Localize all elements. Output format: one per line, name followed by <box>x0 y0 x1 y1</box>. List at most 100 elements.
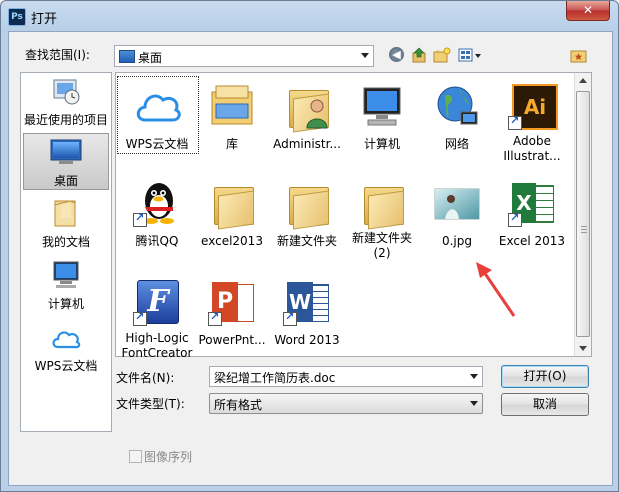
annotation-arrow-icon <box>476 262 516 317</box>
place-desktop[interactable]: 桌面 <box>23 133 109 190</box>
up-folder-icon <box>412 47 426 63</box>
file-item-tencent-qq[interactable]: 腾讯QQ <box>119 179 195 249</box>
place-computer[interactable]: 计算机 <box>23 259 109 314</box>
file-label: Administr... <box>273 137 341 151</box>
file-type-value: 所有格式 <box>214 398 263 412</box>
desktop-icon <box>119 50 135 63</box>
place-label: 计算机 <box>47 297 84 311</box>
fontcreator-icon: F <box>133 278 181 326</box>
file-label: Excel 2013 <box>498 234 566 248</box>
open-button[interactable]: 打开(O) <box>501 365 589 388</box>
cancel-button[interactable]: 取消 <box>501 393 589 416</box>
file-item-wps-cloud[interactable]: WPS云文档 <box>117 76 199 154</box>
file-type-select[interactable]: 所有格式 <box>209 393 483 414</box>
documents-folder-icon <box>54 200 76 227</box>
file-name-value: 梁纪增工作简历表.doc <box>214 371 336 385</box>
file-name-input[interactable]: 梁纪增工作简历表.doc <box>209 366 483 387</box>
file-label: Word 2013 <box>274 333 340 347</box>
file-name-label: 文件名(N): <box>116 371 175 385</box>
folder-icon <box>358 179 406 230</box>
adobe-illustrator-icon: Ai <box>508 82 558 130</box>
title-bar[interactable]: Ps 打开 ✕ <box>1 1 618 29</box>
image-sequence-checkbox[interactable] <box>129 450 142 463</box>
file-label: 0.jpg <box>441 234 473 248</box>
view-menu-button[interactable] <box>458 47 484 64</box>
file-item-network[interactable]: 网络 <box>419 82 495 152</box>
file-label: Adobe Illustrat... <box>503 134 561 163</box>
computer-icon <box>358 82 406 130</box>
place-label: 桌面 <box>53 174 78 188</box>
file-item-0-jpg[interactable]: 0.jpg <box>419 179 495 249</box>
desktop-icon <box>50 139 82 164</box>
file-item-excel-2013[interactable]: X Excel 2013 <box>494 179 570 249</box>
favorite-folder-button[interactable] <box>570 47 588 64</box>
shortcut-arrow-icon <box>208 310 222 326</box>
file-label: 库 <box>225 137 238 151</box>
qq-penguin-icon <box>133 179 181 227</box>
star-folder-icon <box>570 50 587 63</box>
file-item-computer[interactable]: 计算机 <box>344 82 420 152</box>
scrollbar-thumb[interactable] <box>576 91 590 337</box>
look-in-label: 查找范围(I): <box>25 48 90 62</box>
shortcut-arrow-icon <box>133 310 147 326</box>
image-sequence-label: 图像序列 <box>144 450 193 464</box>
image-thumbnail-icon <box>433 179 481 227</box>
shortcut-arrow-icon <box>508 114 522 130</box>
computer-icon <box>53 261 79 288</box>
chevron-down-icon[interactable] <box>470 401 478 406</box>
chevron-down-icon[interactable] <box>470 374 478 379</box>
file-label: 计算机 <box>363 137 400 151</box>
file-item-library[interactable]: 库 <box>194 82 270 152</box>
place-label: WPS云文档 <box>34 359 98 373</box>
file-label: 腾讯QQ <box>135 234 179 248</box>
file-item-excel2013-folder[interactable]: excel2013 <box>194 179 270 249</box>
image-sequence-option[interactable]: 图像序列 <box>129 448 192 465</box>
file-label: 新建文件夹 (2) <box>351 231 412 260</box>
back-button[interactable]: ◀ <box>389 47 407 64</box>
place-recent-items[interactable]: 最近使用的项目 <box>23 77 109 132</box>
file-list-scrollbar[interactable] <box>574 72 592 357</box>
back-arrow-icon: ◀ <box>389 47 404 62</box>
file-type-label: 文件类型(T): <box>116 397 185 411</box>
look-in-value: 桌面 <box>138 51 163 65</box>
file-item-administrator[interactable]: Administr... <box>269 82 345 152</box>
file-label: High-Logic FontCreator <box>121 331 193 360</box>
wps-cloud-icon <box>133 82 181 130</box>
places-bar: 最近使用的项目 桌面 我的文档 计算机 WPS云文档 <box>20 72 112 432</box>
new-folder-icon <box>433 47 451 63</box>
chevron-down-icon[interactable] <box>361 53 369 58</box>
file-label: PowerPnt... <box>198 333 266 347</box>
scroll-down-arrow-icon[interactable] <box>579 346 587 351</box>
file-item-fontcreator[interactable]: F High-Logic FontCreator <box>119 278 195 361</box>
file-label: 新建文件夹 <box>276 234 337 248</box>
place-wps-cloud[interactable]: WPS云文档 <box>23 323 109 378</box>
new-folder-button[interactable] <box>433 47 451 64</box>
user-folder-icon <box>283 82 331 133</box>
file-label: 网络 <box>444 137 469 151</box>
file-item-new-folder[interactable]: 新建文件夹 <box>269 179 345 249</box>
shortcut-arrow-icon <box>133 211 147 227</box>
library-folder-icon <box>208 82 256 130</box>
file-item-new-folder-2[interactable]: 新建文件夹 (2) <box>344 179 420 261</box>
wps-cloud-icon <box>52 331 81 349</box>
window-title: 打开 <box>31 12 58 27</box>
place-documents[interactable]: 我的文档 <box>23 195 109 250</box>
file-label: excel2013 <box>201 234 263 248</box>
folder-icon <box>208 179 256 230</box>
up-folder-button[interactable] <box>411 47 429 64</box>
excel-icon: X <box>508 179 556 227</box>
close-button[interactable]: ✕ <box>566 1 610 21</box>
folder-icon <box>283 179 331 230</box>
file-item-adobe-illustrator[interactable]: Ai Adobe Illustrat... <box>494 82 570 164</box>
place-label: 我的文档 <box>41 235 90 249</box>
look-in-combobox[interactable]: 桌面 <box>114 45 374 67</box>
file-item-word-2013[interactable]: W Word 2013 <box>269 278 345 348</box>
shortcut-arrow-icon <box>283 310 297 326</box>
network-globe-icon <box>433 82 481 130</box>
powerpoint-icon: P <box>208 278 256 326</box>
photoshop-app-icon: Ps <box>8 8 26 26</box>
scroll-up-arrow-icon[interactable] <box>579 78 587 83</box>
view-grid-icon <box>458 48 481 62</box>
shortcut-arrow-icon <box>508 211 522 227</box>
file-item-powerpoint[interactable]: P PowerPnt... <box>194 278 270 348</box>
